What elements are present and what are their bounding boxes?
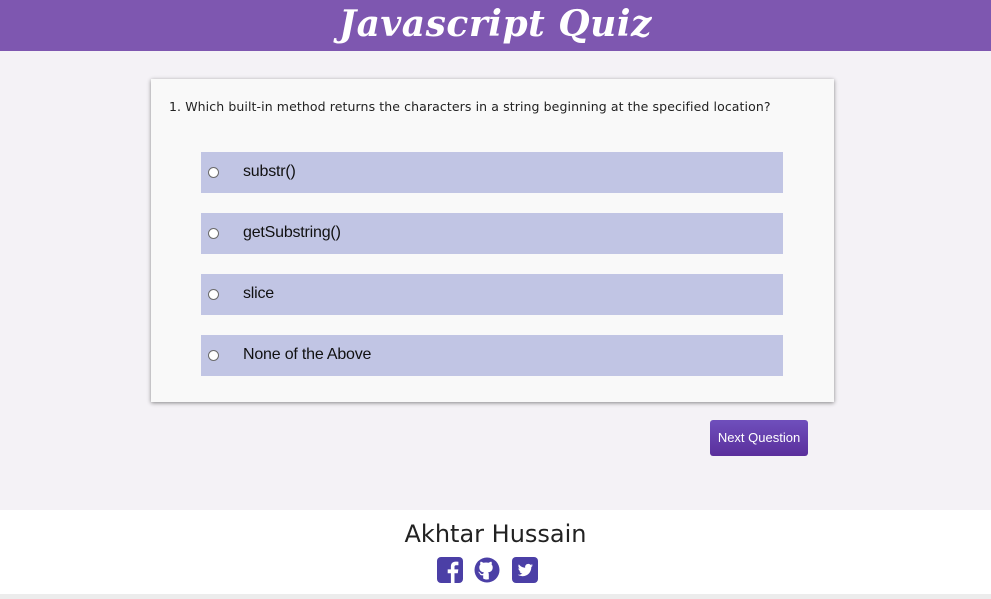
facebook-icon[interactable] bbox=[437, 557, 463, 583]
option-label: getSubstring() bbox=[243, 224, 341, 241]
footer: Akhtar Hussain bbox=[0, 510, 991, 594]
option-label: slice bbox=[243, 285, 275, 302]
answer-option-3[interactable]: slice bbox=[201, 274, 783, 315]
answer-option-4[interactable]: None of the Above bbox=[201, 335, 783, 376]
option-label: substr() bbox=[243, 163, 296, 180]
question-text: 1. Which built-in method returns the cha… bbox=[169, 99, 771, 114]
radio-button[interactable] bbox=[208, 289, 219, 300]
quiz-card: 1. Which built-in method returns the cha… bbox=[151, 79, 834, 402]
app-header: Javascript Quiz bbox=[0, 0, 991, 51]
next-question-button[interactable]: Next Question bbox=[710, 420, 808, 456]
radio-button[interactable] bbox=[208, 167, 219, 178]
option-label: None of the Above bbox=[243, 346, 372, 363]
answer-option-1[interactable]: substr() bbox=[201, 152, 783, 193]
radio-button[interactable] bbox=[208, 228, 219, 239]
answer-option-2[interactable]: getSubstring() bbox=[201, 213, 783, 254]
page-title: Javascript Quiz bbox=[339, 3, 652, 45]
github-icon[interactable] bbox=[474, 557, 500, 583]
radio-button[interactable] bbox=[208, 350, 219, 361]
author-name: Akhtar Hussain bbox=[404, 520, 587, 548]
page-bottom-edge bbox=[0, 594, 991, 599]
twitter-icon[interactable] bbox=[512, 557, 538, 583]
